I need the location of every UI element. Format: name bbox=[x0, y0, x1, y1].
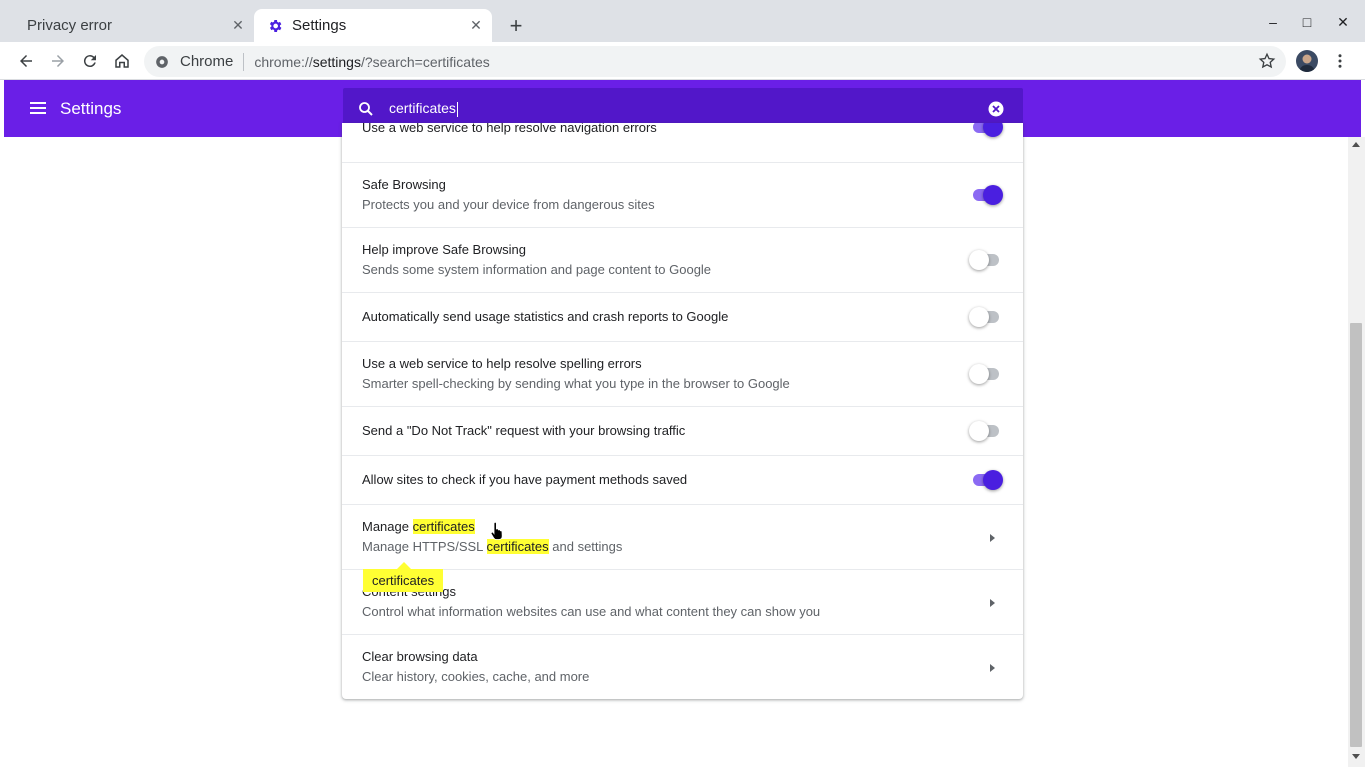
setting-description: Manage HTTPS/SSL certificates and settin… bbox=[362, 539, 622, 554]
toggle-switch[interactable] bbox=[969, 250, 1001, 270]
scroll-down-icon[interactable] bbox=[1352, 754, 1360, 759]
hamburger-menu-icon[interactable] bbox=[28, 98, 48, 118]
tab-title: Settings bbox=[292, 17, 347, 34]
tab-privacy-error[interactable]: Privacy error ✕ bbox=[10, 9, 254, 42]
forward-icon[interactable] bbox=[46, 49, 70, 73]
toggle-switch[interactable] bbox=[971, 470, 1003, 490]
minimize-button[interactable]: – bbox=[1259, 10, 1287, 34]
tab-close-icon[interactable]: ✕ bbox=[224, 17, 252, 34]
description-text: Manage HTTPS/SSL bbox=[362, 539, 487, 554]
setting-label: Send a "Do Not Track" request with your … bbox=[362, 423, 686, 438]
url-path: /?search=certificates bbox=[360, 53, 490, 70]
url-scheme: chrome:// bbox=[254, 53, 313, 70]
address-bar[interactable]: Chrome chrome://settings/?search=certifi… bbox=[144, 46, 1286, 77]
toggle-switch[interactable] bbox=[971, 185, 1003, 205]
gear-icon bbox=[266, 17, 284, 35]
profile-avatar[interactable] bbox=[1296, 50, 1318, 72]
search-highlight: certificates bbox=[412, 519, 475, 534]
search-result-bubble: certificates bbox=[363, 562, 444, 592]
url-host: settings bbox=[312, 53, 361, 70]
tab-strip: Privacy error ✕ Settings ✕ + – □ ✕ bbox=[0, 0, 1365, 42]
new-tab-button[interactable]: + bbox=[504, 14, 528, 38]
chevron-right-icon bbox=[990, 534, 995, 542]
site-chip: Chrome bbox=[180, 53, 234, 70]
hand-cursor-icon bbox=[490, 522, 503, 540]
search-input[interactable]: certificates bbox=[389, 100, 987, 117]
chevron-right-icon bbox=[990, 664, 995, 672]
scroll-thumb[interactable] bbox=[1350, 323, 1362, 747]
search-input-value: certificates bbox=[389, 100, 456, 117]
maximize-button[interactable]: □ bbox=[1293, 10, 1321, 34]
search-icon bbox=[359, 101, 373, 116]
setting-description: Protects you and your device from danger… bbox=[362, 197, 655, 212]
browser-toolbar: Chrome chrome://settings/?search=certifi… bbox=[0, 42, 1365, 80]
privacy-card: Use a web service to help resolve naviga… bbox=[342, 123, 1023, 699]
scrollbar[interactable] bbox=[1348, 137, 1365, 767]
chevron-right-icon bbox=[990, 599, 995, 607]
tab-settings[interactable]: Settings ✕ bbox=[254, 9, 492, 42]
bookmark-star-icon[interactable] bbox=[1255, 49, 1279, 73]
setting-row-help-improve[interactable]: Help improve Safe Browsing Sends some sy… bbox=[342, 227, 1023, 292]
text-caret bbox=[456, 101, 458, 117]
setting-row-safe-browsing[interactable]: Safe Browsing Protects you and your devi… bbox=[342, 162, 1023, 227]
setting-row-content-settings[interactable]: Content settings Control what informatio… bbox=[342, 569, 1023, 634]
tab-close-icon[interactable]: ✕ bbox=[462, 17, 490, 34]
setting-row-navigation-errors[interactable]: Use a web service to help resolve naviga… bbox=[342, 123, 1023, 162]
toggle-switch[interactable] bbox=[969, 364, 1001, 384]
clear-search-icon[interactable] bbox=[987, 100, 1005, 118]
page-title: Settings bbox=[60, 99, 122, 118]
setting-row-payment-methods[interactable]: Allow sites to check if you have payment… bbox=[342, 455, 1023, 504]
bubble-text: certificates bbox=[363, 569, 444, 592]
setting-row-usage-stats[interactable]: Automatically send usage statistics and … bbox=[342, 292, 1023, 341]
setting-row-clear-browsing-data[interactable]: Clear browsing data Clear history, cooki… bbox=[342, 634, 1023, 699]
more-menu-icon[interactable] bbox=[1328, 49, 1352, 73]
back-icon[interactable] bbox=[14, 49, 38, 73]
tab-title: Privacy error bbox=[27, 17, 113, 34]
setting-label: Clear browsing data bbox=[362, 649, 478, 664]
setting-label: Allow sites to check if you have payment… bbox=[362, 472, 688, 487]
setting-description: Clear history, cookies, cache, and more bbox=[362, 669, 590, 684]
setting-description: Control what information websites can us… bbox=[362, 604, 821, 619]
setting-label: Use a web service to help resolve naviga… bbox=[362, 123, 657, 135]
description-text: and settings bbox=[548, 539, 623, 554]
setting-row-do-not-track[interactable]: Send a "Do Not Track" request with your … bbox=[342, 406, 1023, 455]
setting-label: Manage certificates bbox=[362, 519, 475, 534]
toggle-switch[interactable] bbox=[969, 307, 1001, 327]
setting-row-manage-certificates[interactable]: Manage certificates Manage HTTPS/SSL cer… bbox=[342, 504, 1023, 569]
setting-label: Help improve Safe Browsing bbox=[362, 242, 527, 257]
setting-description: Sends some system information and page c… bbox=[362, 262, 712, 277]
home-icon[interactable] bbox=[110, 49, 134, 73]
bubble-arrow bbox=[397, 562, 411, 569]
setting-label: Automatically send usage statistics and … bbox=[362, 309, 729, 324]
divider bbox=[243, 52, 245, 71]
close-window-button[interactable]: ✕ bbox=[1329, 10, 1357, 34]
setting-row-spelling[interactable]: Use a web service to help resolve spelli… bbox=[342, 341, 1023, 406]
setting-label: Use a web service to help resolve spelli… bbox=[362, 356, 642, 371]
toggle-switch[interactable] bbox=[969, 421, 1001, 441]
reload-icon[interactable] bbox=[78, 49, 102, 73]
label-text: Manage bbox=[362, 519, 413, 534]
setting-description: Smarter spell-checking by sending what y… bbox=[362, 376, 790, 391]
scroll-up-icon[interactable] bbox=[1352, 142, 1360, 147]
chrome-icon bbox=[156, 55, 168, 68]
settings-content: Use a web service to help resolve naviga… bbox=[0, 123, 1348, 767]
search-highlight: certificates bbox=[486, 539, 549, 554]
toggle-switch[interactable] bbox=[971, 123, 1003, 137]
setting-label: Safe Browsing bbox=[362, 177, 446, 192]
